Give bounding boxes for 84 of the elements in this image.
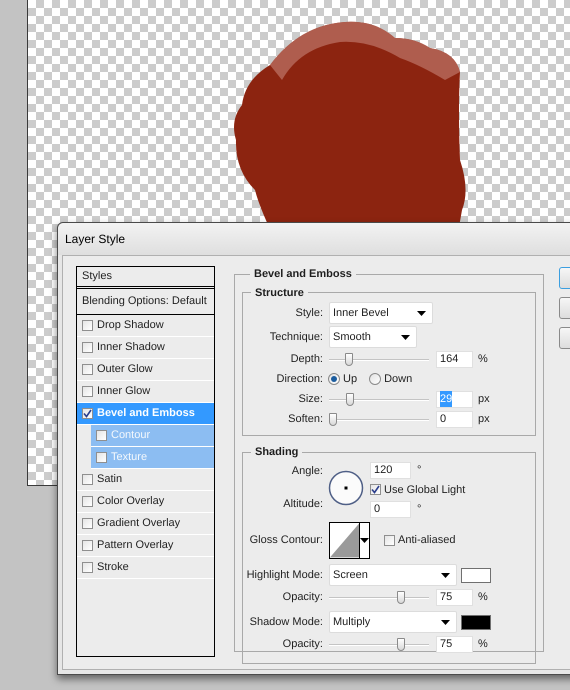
field-label: Direction: [276, 372, 323, 387]
checkbox[interactable] [82, 474, 93, 485]
field-label: Highlight Mode: [246, 568, 323, 583]
field-label: Shadow Mode: [248, 614, 323, 630]
style-item[interactable]: Satin [77, 469, 214, 491]
group-title: Structure [254, 286, 305, 300]
group-title: Shading [254, 445, 300, 460]
caret-icon [441, 620, 450, 624]
slider-thumb[interactable] [329, 412, 337, 426]
field-label: Opacity: [282, 590, 323, 606]
checkbox[interactable] [384, 535, 395, 546]
style-item[interactable]: Drop Shadow [77, 315, 214, 337]
slider[interactable] [329, 392, 429, 406]
color-swatch[interactable] [461, 614, 491, 630]
style-item[interactable]: Inner Shadow [77, 337, 214, 359]
checkbox[interactable] [82, 496, 93, 507]
number-field[interactable]: 164 [436, 350, 473, 368]
caret-icon [401, 334, 410, 340]
slider-thumb[interactable] [397, 638, 406, 651]
slider-thumb[interactable] [397, 591, 406, 604]
slider[interactable] [329, 591, 429, 604]
number-field[interactable]: 0 [436, 410, 473, 428]
style-item[interactable]: Color Overlay [77, 491, 214, 513]
color-swatch[interactable] [461, 568, 491, 582]
radio-button[interactable] [328, 373, 340, 385]
radio-label: Down [384, 372, 412, 387]
caret-icon [417, 310, 426, 316]
slider[interactable] [329, 352, 429, 366]
slider[interactable] [329, 638, 429, 651]
field-label: Gloss Contour: [248, 533, 323, 548]
style-item[interactable]: Outer Glow [77, 359, 214, 381]
window-title: Layer Style [65, 231, 126, 248]
contour-curve-icon [330, 523, 359, 558]
blending-options-item[interactable]: Blending Options: Default [77, 289, 214, 315]
caret-icon [441, 572, 450, 578]
unit-label: % [478, 352, 488, 367]
checkbox[interactable] [82, 320, 93, 331]
field-label: Style: [294, 306, 323, 321]
checkbox[interactable] [96, 452, 107, 463]
number-field[interactable]: 120 [370, 462, 411, 478]
checkbox[interactable] [82, 562, 93, 573]
unit-label: ° [417, 502, 422, 517]
dropdown[interactable]: Inner Bevel [329, 302, 433, 324]
unit-label: % [478, 590, 488, 606]
number-field[interactable]: 75 [436, 636, 473, 653]
field-label: Technique: [268, 330, 323, 345]
checkbox[interactable] [82, 386, 93, 397]
checkbox[interactable] [82, 342, 93, 353]
checkbox[interactable] [370, 484, 381, 496]
radio-button[interactable] [369, 373, 382, 385]
checkbox[interactable] [82, 408, 93, 419]
angle-dial[interactable] [328, 470, 364, 506]
slider-thumb[interactable] [346, 392, 354, 406]
style-item[interactable]: Stroke [77, 557, 214, 579]
unit-label: px [478, 412, 490, 427]
checkbox[interactable] [96, 430, 107, 441]
style-item[interactable]: Pattern Overlay [77, 535, 214, 557]
field-label: Size: [298, 392, 323, 407]
field-label: Depth: [290, 352, 323, 367]
checkbox-label: Anti-aliased [398, 533, 456, 548]
field-label: Altitude: [283, 497, 323, 512]
slider-thumb[interactable] [344, 352, 353, 366]
unit-label: % [478, 637, 488, 652]
radio-label: Up [343, 372, 358, 387]
number-field[interactable]: 75 [436, 589, 473, 606]
checkbox[interactable] [82, 518, 93, 529]
checkbox-label: Use Global Light [384, 482, 466, 498]
field-label: Soften: [287, 412, 323, 427]
dropdown[interactable]: Smooth [329, 326, 417, 348]
unit-label: ° [417, 462, 422, 478]
number-field[interactable]: 0 [370, 501, 411, 518]
dropdown[interactable]: Multiply [329, 611, 457, 633]
caret-icon [360, 538, 369, 543]
field-label: Angle: [292, 464, 323, 478]
unit-label: px [478, 392, 490, 407]
styles-header[interactable]: Styles [77, 267, 214, 289]
contour-picker[interactable] [329, 522, 370, 559]
checkbox[interactable] [82, 364, 93, 375]
field-label: Opacity: [282, 637, 323, 652]
slider[interactable] [329, 412, 429, 426]
dropdown[interactable]: Screen [329, 564, 457, 586]
style-item[interactable]: Gradient Overlay [77, 513, 214, 535]
checkbox[interactable] [82, 540, 93, 551]
section-title: Bevel and Emboss [253, 267, 353, 282]
